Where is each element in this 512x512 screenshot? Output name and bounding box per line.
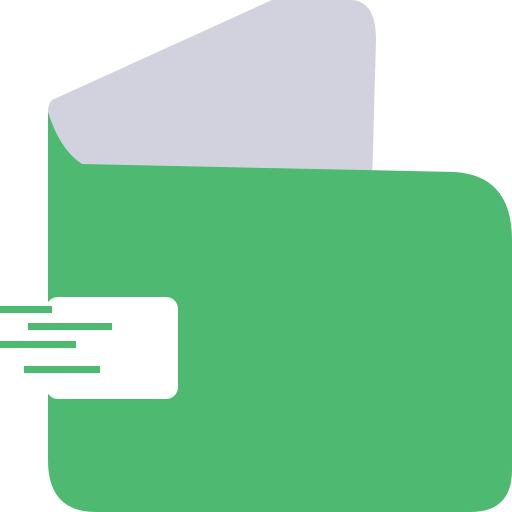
speed-line xyxy=(0,341,76,348)
speed-line xyxy=(28,323,112,330)
wallet-icon xyxy=(0,0,512,512)
speed-line xyxy=(24,366,100,373)
speed-line xyxy=(0,306,52,313)
wallet-back-panel xyxy=(48,0,376,184)
wallet-app-icon xyxy=(0,0,512,512)
